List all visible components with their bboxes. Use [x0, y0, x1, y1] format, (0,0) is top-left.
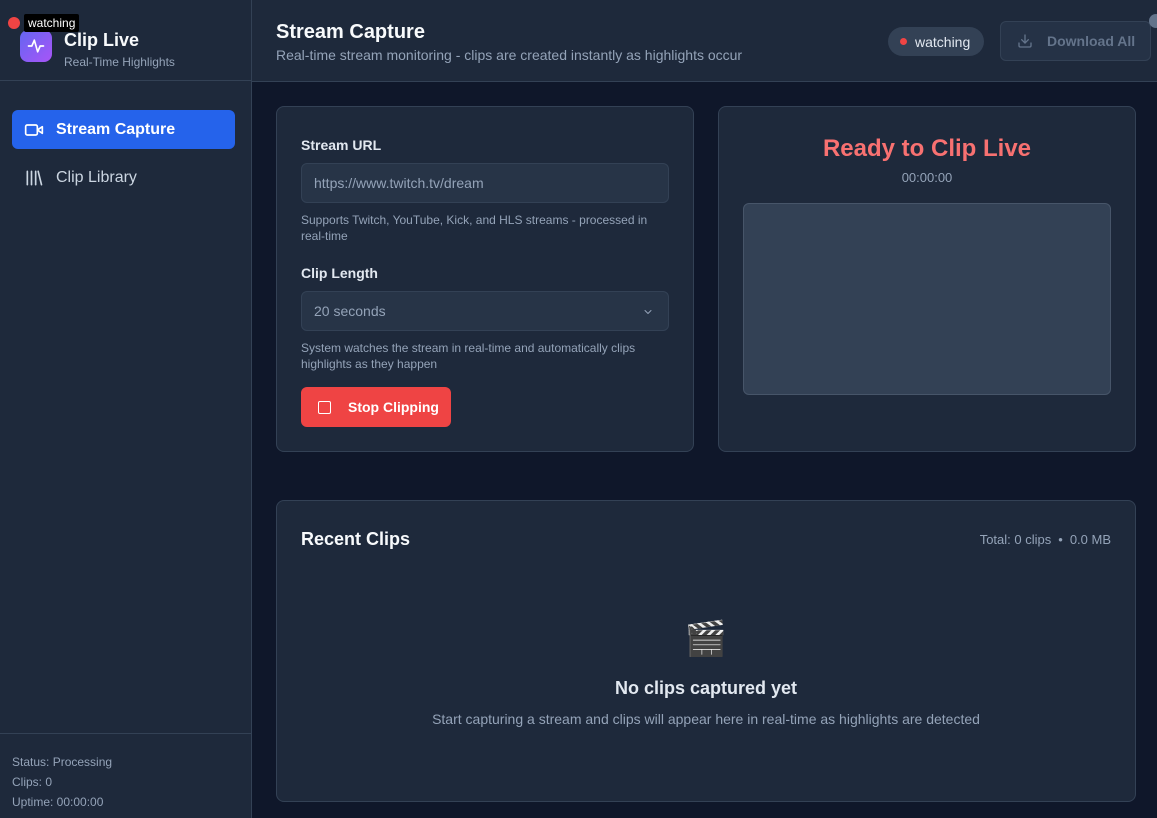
- sidebar-nav: Stream Capture Clip Library: [12, 110, 235, 206]
- download-icon: [1017, 33, 1033, 49]
- uptime-text: Uptime: 00:00:00: [12, 795, 104, 809]
- stream-url-hint: Supports Twitch, YouTube, Kick, and HLS …: [301, 213, 648, 243]
- app-logo-icon: [20, 30, 52, 62]
- clip-length-hint: System watches the stream in real-time a…: [301, 341, 636, 371]
- stream-url-field[interactable]: [301, 163, 669, 203]
- clip-length-value: 20 seconds: [314, 303, 386, 319]
- sidebar-header: Clip Live Real-Time Highlights watching: [0, 0, 251, 81]
- clip-count-text: Clips: 0: [12, 775, 53, 789]
- sidebar-item-stream-capture[interactable]: Stream Capture: [12, 110, 235, 149]
- stop-clipping-label: Stop Clipping: [348, 399, 439, 415]
- stream-url-label: Stream URL: [301, 137, 382, 153]
- clips-total: Total: 0 clips: [979, 532, 1052, 547]
- library-icon: [24, 168, 44, 188]
- sidebar-item-label: Clip Library: [56, 168, 137, 186]
- recording-dot-icon: [8, 17, 20, 29]
- stream-url-input[interactable]: [314, 175, 668, 191]
- empty-state-subtitle: Start capturing a stream and clips will …: [432, 711, 980, 727]
- stop-clipping-button[interactable]: Stop Clipping: [301, 387, 451, 427]
- preview-timer: 00:00:00: [901, 170, 953, 185]
- page-subtitle: Real-time stream monitoring - clips are …: [276, 47, 743, 63]
- page-title: Stream Capture: [276, 21, 425, 43]
- chevron-down-icon: [642, 305, 654, 321]
- clips-size: 0.0 MB: [1069, 532, 1111, 547]
- clapperboard-icon: 🎬: [684, 620, 728, 658]
- app-subtitle: Real-Time Highlights: [64, 55, 175, 69]
- sidebar-footer: Status: Processing Clips: 0 Uptime: 00:0…: [0, 733, 251, 818]
- app-root: Clip Live Real-Time Highlights watching …: [0, 0, 1157, 818]
- clips-stats: Total: 0 clips • 0.0 MB: [980, 532, 1111, 547]
- status-badge-label: watching: [915, 33, 971, 50]
- stats-separator: •: [1058, 532, 1063, 547]
- clip-length-select[interactable]: 20 seconds: [301, 291, 669, 331]
- empty-state-title: No clips captured yet: [614, 678, 798, 698]
- sidebar-item-label: Stream Capture: [56, 120, 176, 138]
- status-badge: watching: [888, 27, 984, 56]
- recent-clips-panel: Recent Clips Total: 0 clips • 0.0 MB 🎬 No …: [276, 500, 1136, 802]
- preview-panel: Ready to Clip Live 00:00:00: [718, 106, 1136, 452]
- download-all-label: Download All: [1047, 33, 1136, 49]
- clip-length-label: Clip Length: [301, 265, 378, 281]
- status-tooltip: watching: [24, 14, 80, 32]
- video-camera-icon: [24, 120, 44, 140]
- sidebar: Clip Live Real-Time Highlights watching …: [0, 0, 252, 818]
- stream-form-panel: Stream URL Supports Twitch, YouTube, Kic…: [276, 106, 694, 452]
- sidebar-item-clip-library[interactable]: Clip Library: [12, 158, 235, 197]
- status-text: Status: Processing: [12, 755, 113, 769]
- page-header: Stream Capture Real-time stream monitori…: [252, 0, 1157, 82]
- stop-icon: [318, 400, 331, 414]
- window-control-dot[interactable]: [1149, 14, 1157, 28]
- ready-title: Ready to Clip Live: [822, 135, 1032, 162]
- status-dot-icon: [900, 38, 907, 45]
- video-preview[interactable]: [743, 203, 1111, 395]
- download-all-button[interactable]: Download All: [1000, 21, 1151, 61]
- recent-clips-title: Recent Clips: [301, 529, 411, 549]
- app-name: Clip Live: [64, 30, 140, 50]
